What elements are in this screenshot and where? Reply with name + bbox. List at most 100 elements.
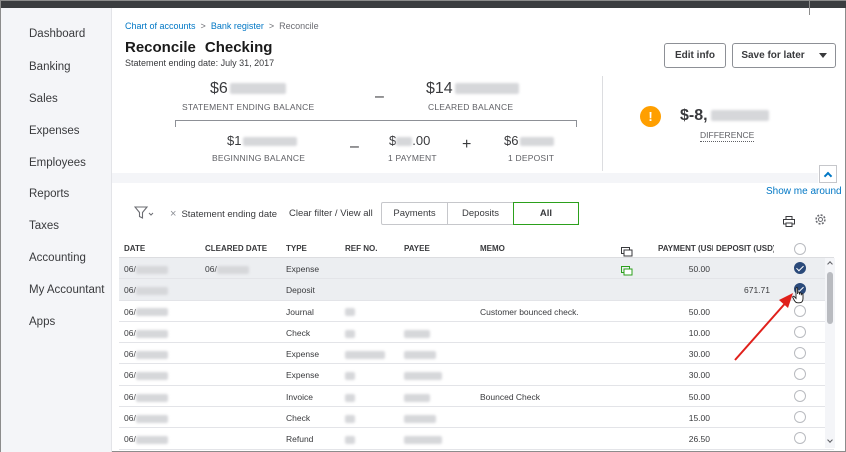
sidebar-item-accounting[interactable]: Accounting	[29, 252, 86, 264]
table-row[interactable]: 06/Refund 26.50	[119, 428, 834, 450]
cell-cleared-date-text: 06/	[205, 264, 217, 274]
cell-payment: 15.00	[688, 413, 710, 424]
column-header-memo[interactable]: MEMO	[480, 244, 505, 253]
cell-ref-no	[345, 328, 355, 338]
cell-date-text: 06/	[124, 391, 136, 402]
sidebar-item-dashboard[interactable]: Dashboard	[29, 28, 85, 40]
table-row[interactable]: 06/Invoice Bounced Check 50.00	[119, 386, 834, 408]
clear-transaction-checkbox[interactable]	[794, 432, 806, 445]
cell-cleared-date: 06/	[205, 264, 249, 274]
attachment-icon[interactable]	[621, 263, 633, 281]
collapse-button[interactable]	[819, 165, 837, 183]
cell-type: Expense	[286, 349, 320, 360]
page-title: Reconcile Checking	[125, 39, 272, 56]
clear-transaction-checkbox[interactable]	[794, 389, 806, 402]
cell-ref-no	[345, 392, 355, 402]
sidebar-item-taxes[interactable]: Taxes	[29, 220, 59, 232]
chevron-up-icon[interactable]	[827, 261, 833, 267]
deposit-total: $6	[504, 133, 555, 148]
save-for-later-button[interactable]: Save for later	[732, 43, 836, 68]
edit-info-button[interactable]: Edit info	[664, 43, 726, 68]
breadcrumb: Chart of accounts > Bank register > Reconcil…	[125, 21, 319, 31]
table-scrollbar[interactable]	[825, 258, 835, 448]
clear-filter-link[interactable]: Clear filter / View all	[289, 208, 373, 219]
cell-date-text: 06/	[124, 306, 136, 317]
clear-transaction-checkbox[interactable]	[794, 411, 806, 424]
cell-type: Check	[286, 327, 311, 338]
minus-operator: –	[375, 88, 384, 105]
column-header-payee[interactable]: PAYEE	[404, 244, 430, 253]
cell-type: Invoice	[286, 391, 313, 402]
section-band	[112, 173, 818, 183]
payment-total-prefix: $	[389, 133, 397, 148]
table-row[interactable]: 06/06/Expense 50.00	[119, 258, 834, 281]
blurred-text	[345, 436, 355, 445]
balance-bracket	[175, 120, 577, 127]
clear-transaction-checkbox[interactable]	[794, 262, 806, 274]
chevron-down-icon[interactable]	[818, 53, 827, 58]
blurred-amount	[520, 137, 555, 147]
cell-type: Journal	[286, 306, 314, 317]
tab-deposits[interactable]: Deposits	[448, 203, 514, 224]
table-row[interactable]: 06/Expense 30.00	[119, 364, 834, 386]
statement-ending-balance-value: $6	[210, 80, 228, 97]
blurred-amount	[229, 83, 286, 95]
beginning-balance-value: $1	[227, 133, 242, 148]
blurred-text	[135, 287, 168, 296]
cell-date-text: 06/	[124, 413, 136, 424]
cell-memo: Bounced Check	[480, 391, 541, 402]
sidebar-item-banking[interactable]: Banking	[29, 61, 71, 73]
sidebar-item-expenses[interactable]: Expenses	[29, 125, 80, 137]
column-header-date[interactable]: DATE	[124, 244, 145, 253]
chevron-down-icon[interactable]	[827, 437, 833, 443]
difference: $-8,	[680, 107, 769, 125]
blurred-amount	[454, 83, 519, 95]
column-header-ref-no[interactable]: REF NO.	[345, 244, 377, 253]
clear-transaction-checkbox[interactable]	[794, 368, 806, 381]
filter-chip-label: Statement ending date	[181, 209, 278, 220]
close-icon[interactable]: ×	[170, 208, 176, 220]
table-header: DATE CLEARED DATE TYPE REF NO. PAYEE MEM…	[119, 238, 834, 258]
beginning-balance-label: BEGINNING BALANCE	[212, 153, 306, 163]
sidebar-item-apps[interactable]: Apps	[29, 316, 55, 328]
blurred-text	[135, 265, 168, 274]
difference-value: $-8,	[680, 107, 708, 124]
breadcrumb-bank-register[interactable]: Bank register	[211, 21, 264, 31]
column-header-payment[interactable]: PAYMENT (USD)	[658, 244, 713, 253]
column-header-type[interactable]: TYPE	[286, 244, 307, 253]
breadcrumb-chart-of-accounts[interactable]: Chart of accounts	[125, 21, 196, 31]
save-for-later-label: Save for later	[741, 50, 805, 61]
sidebar-item-my-accountant[interactable]: My Accountant	[29, 284, 104, 296]
cell-date: 06/	[124, 413, 168, 423]
show-me-around-link[interactable]: Show me around	[766, 186, 842, 197]
cell-payee	[404, 434, 442, 445]
blurred-text	[135, 414, 168, 423]
cell-date-text: 06/	[124, 264, 136, 274]
sidebar-item-employees[interactable]: Employees	[29, 157, 86, 169]
hand-cursor-icon	[792, 287, 804, 304]
cell-date: 06/	[124, 349, 168, 359]
sidebar-item-sales[interactable]: Sales	[29, 93, 58, 105]
column-header-cleared-date[interactable]: CLEARED DATE	[205, 244, 267, 253]
blurred-text	[345, 329, 355, 338]
payment-total: $ .00	[389, 133, 430, 148]
cell-ref-no	[345, 349, 385, 359]
print-icon[interactable]	[783, 214, 795, 232]
table-row[interactable]: 06/Check 15.00	[119, 407, 834, 429]
payment-total-suffix: .00	[412, 133, 431, 148]
tab-all[interactable]: All	[513, 202, 579, 225]
transaction-type-tabs: Payments Deposits All	[381, 202, 579, 225]
gear-icon[interactable]	[814, 213, 827, 231]
cell-date-text: 06/	[124, 370, 136, 381]
breadcrumb-separator: >	[268, 21, 275, 31]
sidebar-item-reports[interactable]: Reports	[29, 188, 69, 200]
select-all-radio[interactable]	[794, 243, 806, 255]
cell-ref-no	[345, 413, 355, 423]
tab-payments[interactable]: Payments	[382, 203, 448, 224]
column-header-deposit[interactable]: DEPOSIT (USD)	[716, 244, 774, 253]
scrollbar-thumb[interactable]	[827, 272, 833, 324]
blurred-text	[345, 393, 355, 402]
blurred-text	[135, 350, 168, 359]
cell-date: 06/	[124, 434, 168, 444]
filter-icon[interactable]	[133, 206, 154, 225]
